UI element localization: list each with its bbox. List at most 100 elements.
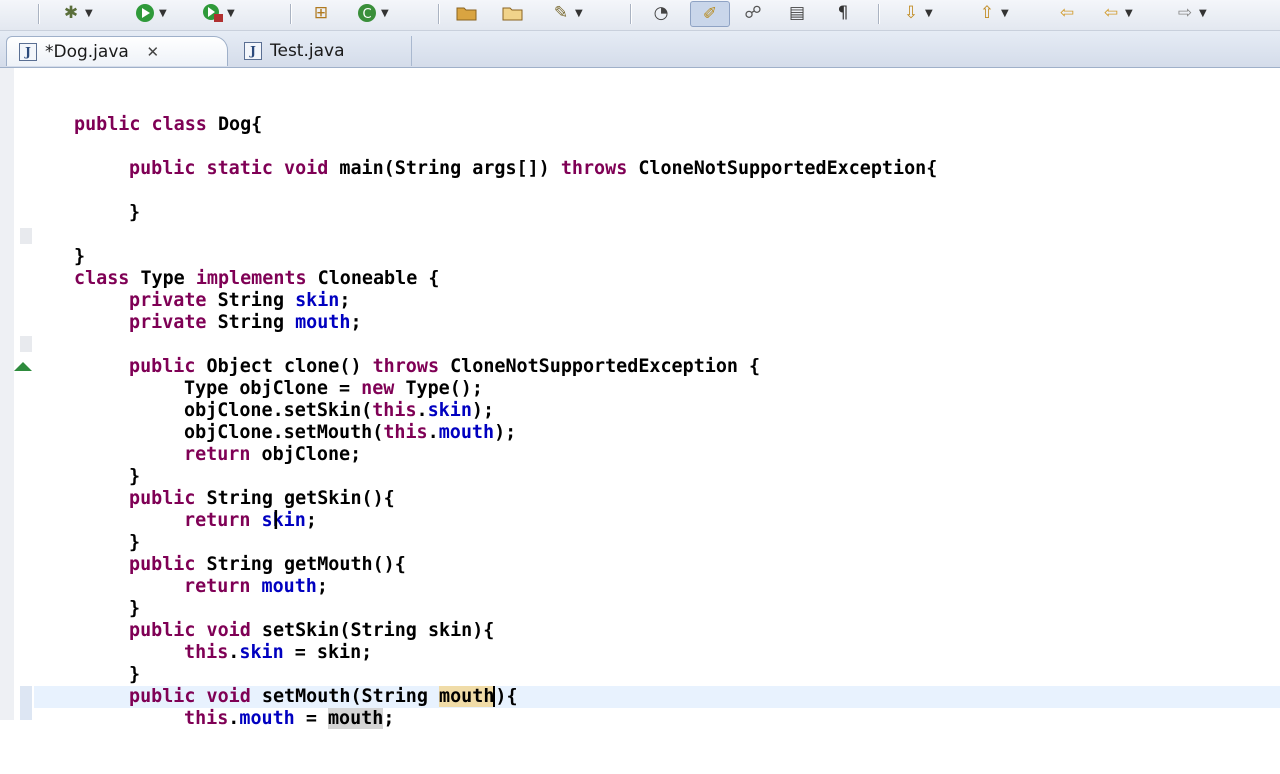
annotation-ruler[interactable] <box>14 68 34 720</box>
code-line[interactable]: } <box>34 466 1280 488</box>
code-text: } <box>129 664 141 685</box>
debug-button[interactable]: ✱ ▼ <box>60 2 93 24</box>
next-annotation-icon: ⇩ <box>903 2 919 23</box>
highlight-icon: ✐ <box>702 3 718 24</box>
code-line[interactable]: Type objClone = new Type(); <box>34 378 1280 400</box>
search-button[interactable]: ✎ ▼ <box>550 2 583 24</box>
override-icon[interactable] <box>14 362 32 371</box>
code-line[interactable]: return skin; <box>34 510 1280 532</box>
code-line[interactable]: } <box>34 664 1280 686</box>
run-button[interactable]: ▼ <box>134 2 167 24</box>
code-text: public static void main(String args[]) t… <box>129 158 938 179</box>
code-text: Type objClone = new Type(); <box>184 378 483 399</box>
svg-text:C: C <box>362 7 371 22</box>
code-text: public Object clone() throws CloneNotSup… <box>129 356 761 377</box>
code-text: class Type implements Cloneable { <box>74 268 440 289</box>
code-line[interactable]: public String getSkin(){ <box>34 488 1280 510</box>
open-type-button[interactable] <box>456 2 478 24</box>
previous-annotation-icon: ⇧ <box>979 2 995 23</box>
overview-ruler[interactable] <box>0 68 15 720</box>
last-edit-button[interactable]: ⇦ <box>1056 2 1078 24</box>
ruler-block <box>20 228 32 244</box>
code-line-current[interactable]: public void setMouth(String mouth){ <box>34 686 1280 708</box>
code-text: public void setMouth(String mouth){ <box>129 686 518 707</box>
toolbar-separator <box>38 4 39 24</box>
chevron-down-icon[interactable]: ▼ <box>381 8 389 19</box>
code-text: } <box>74 246 86 267</box>
code-line[interactable]: } <box>34 598 1280 620</box>
new-class-button[interactable]: C ▼ <box>356 2 389 24</box>
back-button[interactable]: ⇦ ▼ <box>1100 2 1133 24</box>
code-line[interactable]: public Object clone() throws CloneNotSup… <box>34 356 1280 378</box>
code-line[interactable]: public void setSkin(String skin){ <box>34 620 1280 642</box>
tab-dog-java[interactable]: J *Dog.java ✕ <box>6 36 228 66</box>
chevron-down-icon[interactable]: ▼ <box>159 8 167 19</box>
chevron-down-icon[interactable]: ▼ <box>925 8 933 19</box>
code-line[interactable]: objClone.setSkin(this.skin); <box>34 400 1280 422</box>
code-text: private String mouth; <box>129 312 362 333</box>
code-line[interactable]: } <box>34 246 1280 268</box>
back-icon: ⇦ <box>1103 2 1119 23</box>
code-line[interactable]: } <box>34 202 1280 224</box>
code-text: return mouth; <box>184 576 328 597</box>
code-line[interactable]: return objClone; <box>34 444 1280 466</box>
text-cursor-icon: I <box>272 506 280 536</box>
code-line[interactable]: } <box>34 532 1280 554</box>
highlight-button[interactable]: ✐ <box>690 1 730 27</box>
code-line[interactable]: public static void main(String args[]) t… <box>34 158 1280 180</box>
code-text: } <box>129 598 141 619</box>
ruler-block <box>20 686 32 720</box>
code-editor[interactable]: public class Dog{ public static void mai… <box>34 68 1280 729</box>
open-task-button[interactable] <box>502 2 524 24</box>
code-text: } <box>129 466 141 487</box>
toolbar-separator <box>438 4 439 24</box>
close-icon[interactable]: ✕ <box>145 43 161 61</box>
forward-button[interactable]: ⇨ ▼ <box>1174 2 1207 24</box>
tab-label: Test.java <box>270 41 345 61</box>
toggle-mark-occurrences-icon: ◔ <box>653 2 669 23</box>
run-icon <box>134 3 156 23</box>
code-text: objClone.setSkin(this.skin); <box>184 400 495 421</box>
open-type-icon <box>456 3 478 23</box>
block-selection-icon: ▤ <box>788 2 806 23</box>
code-text: public void setSkin(String skin){ <box>129 620 495 641</box>
new-package-icon: ⊞ <box>313 2 329 23</box>
code-line[interactable]: this.skin = skin; <box>34 642 1280 664</box>
chevron-down-icon[interactable]: ▼ <box>1125 8 1133 19</box>
code-text: objClone.setMouth(this.mouth); <box>184 422 517 443</box>
new-package-button[interactable]: ⊞ <box>310 2 332 24</box>
toolbar-separator <box>630 4 631 24</box>
show-whitespace-button[interactable]: ☍ <box>742 2 764 24</box>
code-line[interactable]: objClone.setMouth(this.mouth); <box>34 422 1280 444</box>
chevron-down-icon[interactable]: ▼ <box>575 8 583 19</box>
toolbar-separator <box>290 4 291 24</box>
next-annotation-button[interactable]: ⇩ ▼ <box>900 2 933 24</box>
chevron-down-icon[interactable]: ▼ <box>1199 8 1207 19</box>
code-line[interactable]: class Type implements Cloneable { <box>34 268 1280 290</box>
show-whitespace-icon: ☍ <box>744 2 762 23</box>
code-text: this.mouth = mouth; <box>184 708 395 729</box>
main-toolbar: ✱ ▼ ▼ ▼ ⊞ C ▼ ✎ ▼ ◔ ✐ ☍ ▤ ¶ ⇩ ▼ ⇧ ▼ ⇦ ⇦ … <box>0 0 1280 31</box>
code-line[interactable]: public class Dog{ <box>34 114 1280 136</box>
code-line[interactable]: this.mouth = mouth; <box>34 708 1280 730</box>
block-selection-button[interactable]: ▤ <box>786 2 808 24</box>
paragraph-button[interactable]: ¶ <box>832 2 854 24</box>
code-text: } <box>129 202 141 223</box>
chevron-down-icon[interactable]: ▼ <box>1001 8 1009 19</box>
debug-icon: ✱ <box>63 2 79 23</box>
code-line[interactable]: private String mouth; <box>34 312 1280 334</box>
tab-test-java[interactable]: J Test.java <box>232 36 412 66</box>
code-text: return objClone; <box>184 444 362 465</box>
chevron-down-icon[interactable]: ▼ <box>227 8 235 19</box>
toggle-mark-occurrences-button[interactable]: ◔ <box>650 2 672 24</box>
java-file-icon: J <box>19 42 37 61</box>
code-line[interactable]: return mouth; <box>34 576 1280 598</box>
tab-label: *Dog.java <box>45 41 129 62</box>
paragraph-icon: ¶ <box>837 2 849 23</box>
chevron-down-icon[interactable]: ▼ <box>85 8 93 19</box>
previous-annotation-button[interactable]: ⇧ ▼ <box>976 2 1009 24</box>
external-tools-button[interactable]: ▼ <box>202 2 235 24</box>
code-text: public String getMouth(){ <box>129 554 406 575</box>
code-line[interactable]: public String getMouth(){ <box>34 554 1280 576</box>
code-line[interactable]: private String skin; <box>34 290 1280 312</box>
